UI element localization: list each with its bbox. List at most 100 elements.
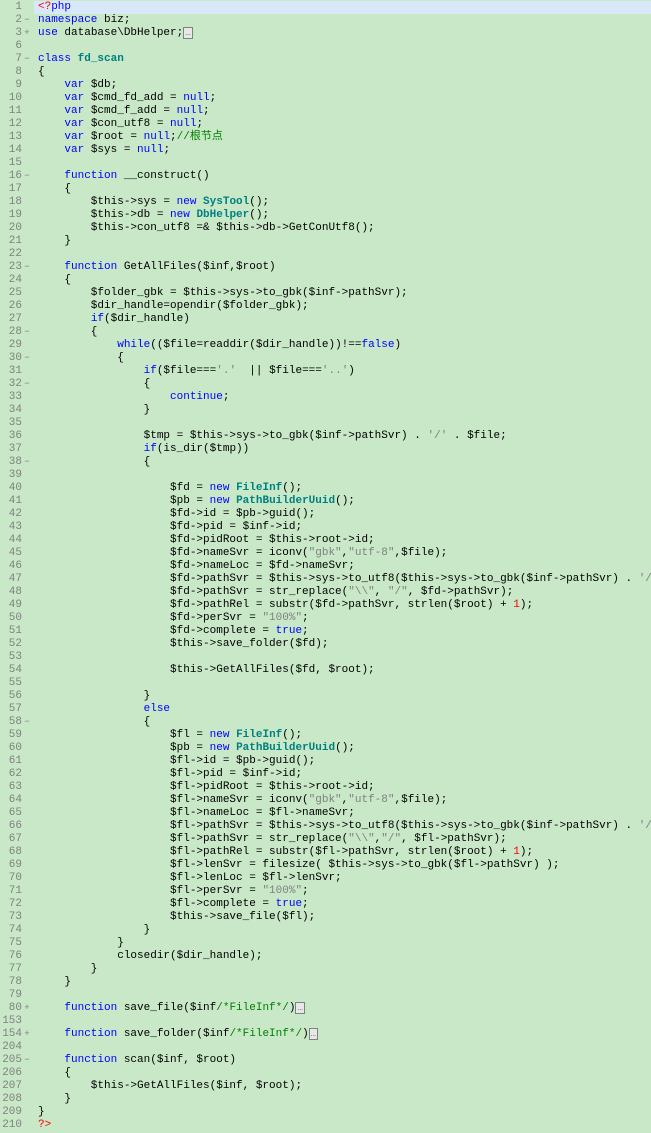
code-line[interactable]: { [38,352,651,365]
gutter-line[interactable]: 43 [0,521,34,534]
gutter-line[interactable]: 48 [0,586,34,599]
code-line[interactable]: function __construct() [38,170,651,183]
gutter-line[interactable]: 209 [0,1106,34,1119]
code-line[interactable]: } [38,404,651,417]
gutter-line[interactable]: 153 [0,1015,34,1028]
gutter-line[interactable]: 79 [0,989,34,1002]
gutter-line[interactable]: 50 [0,612,34,625]
code-line[interactable]: ?> [38,1119,651,1132]
gutter-line[interactable]: 61 [0,755,34,768]
gutter-line[interactable]: 14 [0,144,34,157]
fold-collapse-icon[interactable]: − [22,1054,32,1067]
code-line[interactable]: $fl = new FileInf(); [38,729,651,742]
gutter-line[interactable]: 71 [0,885,34,898]
code-line[interactable]: $fd->nameLoc = $fd->nameSvr; [38,560,651,573]
gutter-line[interactable]: 39 [0,469,34,482]
code-line[interactable]: $fd->pathSvr = $this->sys->to_utf8($this… [38,573,651,586]
code-line[interactable]: $fd->id = $pb->guid(); [38,508,651,521]
code-line[interactable]: if(is_dir($tmp)) [38,443,651,456]
code-line[interactable]: } [38,1093,651,1106]
code-line[interactable]: $pb = new PathBuilderUuid(); [38,495,651,508]
gutter-line[interactable]: 77 [0,963,34,976]
code-line[interactable]: $fl->pathSvr = $this->sys->to_utf8($this… [38,820,651,833]
gutter-line[interactable]: 56 [0,690,34,703]
gutter-line[interactable]: 60 [0,742,34,755]
gutter-line[interactable]: 19 [0,209,34,222]
code-line[interactable] [38,989,651,1002]
code-line[interactable]: $fd = new FileInf(); [38,482,651,495]
fold-collapse-icon[interactable]: − [22,352,32,365]
gutter-line[interactable]: 8 [0,66,34,79]
code-line[interactable]: $fd->perSvr = "100%"; [38,612,651,625]
code-line[interactable]: $fd->pathRel = substr($fd->pathSvr, strl… [38,599,651,612]
code-line[interactable] [38,651,651,664]
code-line[interactable]: $tmp = $this->sys->to_gbk($inf->pathSvr)… [38,430,651,443]
gutter-line[interactable]: 28− [0,326,34,339]
gutter-line[interactable]: 47 [0,573,34,586]
gutter-line[interactable]: 2− [0,14,34,27]
gutter-line[interactable]: 204 [0,1041,34,1054]
code-line[interactable]: { [38,1067,651,1080]
gutter-line[interactable]: 72 [0,898,34,911]
code-line[interactable]: { [38,378,651,391]
code-line[interactable]: $fd->complete = true; [38,625,651,638]
gutter-line[interactable]: 46 [0,560,34,573]
gutter-line[interactable]: 74 [0,924,34,937]
code-line[interactable]: } [38,976,651,989]
code-line[interactable]: $fd->pid = $inf->id; [38,521,651,534]
gutter-line[interactable]: 23− [0,261,34,274]
gutter-line[interactable]: 35 [0,417,34,430]
code-line[interactable]: class fd_scan [38,53,651,66]
code-line[interactable]: continue; [38,391,651,404]
code-line[interactable] [38,1041,651,1054]
code-line[interactable]: } [38,924,651,937]
code-line[interactable]: { [38,456,651,469]
fold-collapse-icon[interactable]: − [22,378,32,391]
code-line[interactable]: $fl->id = $pb->guid(); [38,755,651,768]
code-line[interactable]: { [38,326,651,339]
gutter-line[interactable]: 51 [0,625,34,638]
code-line[interactable] [38,417,651,430]
code-line[interactable]: { [38,183,651,196]
fold-expand-icon[interactable]: + [22,27,32,40]
gutter-line[interactable]: 70 [0,872,34,885]
gutter-line[interactable]: 31 [0,365,34,378]
code-line[interactable]: } [38,690,651,703]
gutter-line[interactable]: 6 [0,40,34,53]
gutter-line[interactable]: 53 [0,651,34,664]
gutter-line[interactable]: 1 [0,1,34,14]
gutter-line[interactable]: 65 [0,807,34,820]
gutter-line[interactable]: 52 [0,638,34,651]
gutter-line[interactable]: 13 [0,131,34,144]
gutter-line[interactable]: 10 [0,92,34,105]
code-line[interactable]: function GetAllFiles($inf,$root) [38,261,651,274]
gutter-line[interactable]: 210 [0,1119,34,1132]
fold-collapse-icon[interactable]: − [22,14,32,27]
gutter-line[interactable]: 59 [0,729,34,742]
code-line[interactable]: $this->GetAllFiles($fd, $root); [38,664,651,677]
code-line[interactable]: var $sys = null; [38,144,651,157]
fold-collapse-icon[interactable]: − [22,261,32,274]
code-line[interactable]: use database\DbHelper;… [38,27,651,40]
gutter-line[interactable]: 42 [0,508,34,521]
code-line[interactable] [38,40,651,53]
code-line[interactable] [38,469,651,482]
code-line[interactable]: $pb = new PathBuilderUuid(); [38,742,651,755]
code-line[interactable]: var $root = null;//根节点 [38,131,651,144]
gutter-line[interactable]: 9 [0,79,34,92]
gutter-line[interactable]: 58− [0,716,34,729]
gutter-line[interactable]: 37 [0,443,34,456]
gutter-line[interactable]: 207 [0,1080,34,1093]
gutter-line[interactable]: 73 [0,911,34,924]
code-line[interactable]: $this->save_file($fl); [38,911,651,924]
gutter-line[interactable]: 11 [0,105,34,118]
gutter-line[interactable]: 30− [0,352,34,365]
gutter-line[interactable]: 75 [0,937,34,950]
code-line[interactable]: { [38,66,651,79]
gutter-line[interactable]: 41 [0,495,34,508]
code-line[interactable]: $fd->pidRoot = $this->root->id; [38,534,651,547]
code-line[interactable]: $this->sys = new SysTool(); [38,196,651,209]
gutter-line[interactable]: 22 [0,248,34,261]
gutter-line[interactable]: 15 [0,157,34,170]
gutter-line[interactable]: 208 [0,1093,34,1106]
